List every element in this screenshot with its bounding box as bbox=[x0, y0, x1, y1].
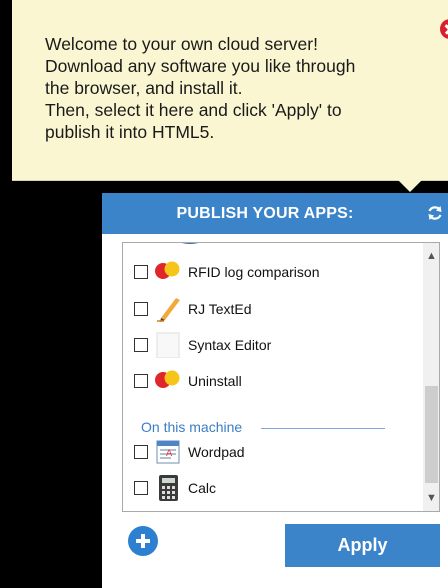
app-checkbox[interactable] bbox=[134, 265, 148, 279]
apps-list[interactable]: RFID log comparison RJ TextEd Syntax Edi… bbox=[122, 242, 440, 512]
wordpad-icon: A bbox=[156, 440, 180, 464]
app-label: Wordpad bbox=[188, 444, 245, 460]
panel-title: PUBLISH YOUR APPS: bbox=[176, 205, 354, 222]
app-checkbox[interactable] bbox=[134, 374, 148, 388]
app-label: RJ TextEd bbox=[188, 301, 252, 317]
svg-text:A: A bbox=[166, 449, 173, 459]
apply-button[interactable]: Apply bbox=[285, 524, 440, 567]
app-checkbox[interactable] bbox=[134, 445, 148, 459]
add-app-button[interactable] bbox=[128, 526, 158, 556]
app-label: RFID log comparison bbox=[188, 264, 320, 280]
blank-document-icon bbox=[156, 332, 180, 358]
list-item[interactable]: RFID log comparison bbox=[131, 257, 411, 287]
list-item[interactable]: A Wordpad bbox=[131, 437, 411, 467]
app-checkbox[interactable] bbox=[134, 338, 148, 352]
app-icon-partial bbox=[181, 243, 199, 244]
scroll-up-icon[interactable]: ▲ bbox=[423, 247, 439, 265]
list-item[interactable]: RJ TextEd bbox=[131, 294, 411, 324]
panel-header: PUBLISH YOUR APPS: bbox=[102, 193, 448, 234]
app-label: Calc bbox=[188, 480, 217, 496]
scrollbar-thumb[interactable] bbox=[425, 386, 438, 483]
tooltip-message: Welcome to your own cloud server! Downlo… bbox=[45, 34, 356, 142]
refresh-icon[interactable] bbox=[426, 204, 444, 222]
publish-apps-panel: PUBLISH YOUR APPS: RFID log comparison R… bbox=[102, 193, 448, 588]
red-yellow-circles-icon bbox=[155, 261, 180, 279]
section-divider bbox=[261, 428, 385, 429]
pencil-icon bbox=[157, 298, 180, 322]
welcome-tooltip: Welcome to your own cloud server! Downlo… bbox=[12, 0, 448, 181]
red-yellow-circles-icon bbox=[155, 370, 180, 388]
app-checkbox[interactable] bbox=[134, 481, 148, 495]
list-item[interactable]: Calc bbox=[131, 473, 411, 503]
list-item[interactable]: Syntax Editor bbox=[131, 330, 411, 360]
app-label: Uninstall bbox=[188, 373, 242, 389]
calculator-icon bbox=[159, 475, 178, 501]
app-checkbox[interactable] bbox=[134, 302, 148, 316]
background-strip bbox=[0, 0, 12, 588]
list-item[interactable]: Uninstall bbox=[131, 366, 411, 396]
close-icon[interactable] bbox=[440, 19, 448, 39]
scroll-down-icon[interactable]: ▼ bbox=[423, 489, 439, 507]
tooltip-pointer bbox=[398, 180, 422, 192]
section-label: On this machine bbox=[141, 419, 243, 435]
app-label: Syntax Editor bbox=[188, 337, 272, 353]
